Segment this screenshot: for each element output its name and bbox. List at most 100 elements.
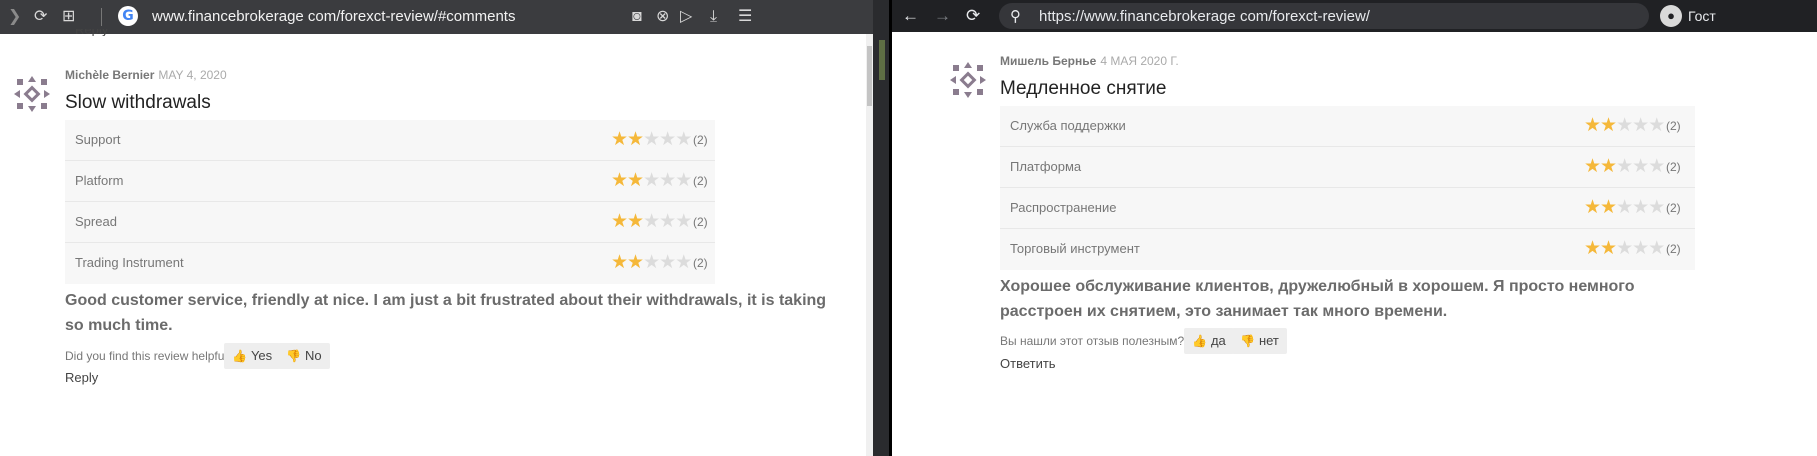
star-empty-icon: ★: [659, 211, 676, 232]
helpful-question: Did you find this review helpful?: [65, 349, 234, 363]
search-icon: ⚲: [1010, 8, 1021, 25]
reload-icon[interactable]: ⟳: [966, 6, 980, 26]
rating-table: Support ★★★★★ (2) Platform ★★★★★ (2) Spr…: [65, 120, 715, 284]
rating-row-platform: Platform ★★★★★ (2): [65, 161, 715, 202]
review-date: MAY 4, 2020: [158, 68, 227, 82]
reply-link[interactable]: Reply: [65, 370, 98, 385]
star-filled-icon: ★: [627, 170, 644, 191]
rating-label: Распространение: [1010, 200, 1117, 215]
left-browser-window: ❯ ⟳ ⊞ G www.financebrokerage com/forexct…: [0, 0, 886, 456]
shield-icon[interactable]: ⊗: [656, 8, 669, 26]
star-empty-icon: ★: [675, 252, 692, 273]
star-empty-icon: ★: [659, 252, 676, 273]
address-bar[interactable]: ⚲ https://www.financebrokerage com/forex…: [999, 3, 1649, 29]
review-title: Медленное снятие: [1000, 78, 1167, 99]
star-filled-icon: ★: [1600, 156, 1617, 177]
star-empty-icon: ★: [1648, 238, 1665, 259]
star-empty-icon: ★: [659, 129, 676, 150]
address-bar-url[interactable]: www.financebrokerage com/forexct-review/…: [152, 8, 515, 25]
rating-count: (2): [693, 133, 708, 147]
star-empty-icon: ★: [1616, 115, 1633, 136]
star-filled-icon: ★: [611, 129, 628, 150]
rating-row-spread: Распространение ★★★★★ (2): [1000, 188, 1695, 229]
star-empty-icon: ★: [1616, 156, 1633, 177]
star-empty-icon: ★: [643, 129, 660, 150]
rating-row-support: Служба поддержки ★★★★★ (2): [1000, 106, 1695, 147]
window-divider: [873, 0, 892, 456]
star-empty-icon: ★: [1632, 115, 1649, 136]
review-author: Мишель Бернье: [1000, 54, 1097, 68]
yes-label: да: [1210, 333, 1226, 348]
profile-icon[interactable]: ●: [1660, 5, 1682, 27]
rating-label: Support: [75, 132, 121, 147]
helpful-no-button[interactable]: 👎 нет: [1232, 328, 1287, 354]
rating-stars: ★★★★★: [611, 170, 692, 191]
scrollbar-thumb[interactable]: [867, 46, 872, 106]
scrollbar[interactable]: [866, 34, 873, 456]
rating-count: (2): [1666, 201, 1681, 215]
forward-icon[interactable]: →: [934, 6, 951, 26]
camera-icon[interactable]: ◙: [632, 8, 642, 26]
star-empty-icon: ★: [1632, 197, 1649, 218]
rating-count: (2): [1666, 242, 1681, 256]
rating-count: (2): [693, 256, 708, 270]
star-empty-icon: ★: [643, 252, 660, 273]
no-label: нет: [1258, 333, 1279, 348]
rating-row-spread: Spread ★★★★★ (2): [65, 202, 715, 243]
star-filled-icon: ★: [627, 129, 644, 150]
star-empty-icon: ★: [1632, 156, 1649, 177]
rating-row-platform: Платформа ★★★★★ (2): [1000, 147, 1695, 188]
thumbs-down-icon: 👎: [286, 349, 301, 363]
star-filled-icon: ★: [1584, 156, 1601, 177]
right-toolbar: ← → ⟳ ⚲ https://www.financebrokerage com…: [892, 0, 1817, 32]
helpful-question: Вы нашли этот отзыв полезным?: [1000, 334, 1185, 348]
star-filled-icon: ★: [611, 211, 628, 232]
menu-icon[interactable]: ☰: [738, 8, 752, 26]
star-empty-icon: ★: [675, 170, 692, 191]
rating-stars: ★★★★★: [611, 211, 692, 232]
star-empty-icon: ★: [643, 211, 660, 232]
review-title: Slow withdrawals: [65, 92, 211, 113]
rating-stars: ★★★★★: [1584, 156, 1665, 177]
rating-row-trading-instrument: Trading Instrument ★★★★★ (2): [65, 243, 715, 284]
rating-count: (2): [1666, 119, 1681, 133]
rating-stars: ★★★★★: [611, 129, 692, 150]
tab-grid-icon[interactable]: ⊞: [62, 8, 75, 26]
profile-name[interactable]: Гост: [1688, 8, 1716, 24]
thumbs-up-icon: 👍: [1192, 334, 1207, 348]
rating-count: (2): [693, 215, 708, 229]
rating-stars: ★★★★★: [1584, 115, 1665, 136]
rating-label: Spread: [75, 214, 117, 229]
helpful-yes-button[interactable]: 👍 Yes: [224, 343, 281, 369]
rating-count: (2): [1666, 160, 1681, 174]
rating-row-trading-instrument: Торговый инструмент ★★★★★ (2): [1000, 229, 1695, 270]
download-icon[interactable]: ⤓: [710, 8, 717, 26]
star-empty-icon: ★: [1632, 238, 1649, 259]
star-filled-icon: ★: [1584, 238, 1601, 259]
star-empty-icon: ★: [643, 170, 660, 191]
reply-link[interactable]: Ответить: [1000, 356, 1056, 371]
rating-label: Platform: [75, 173, 124, 188]
right-browser-window: ← → ⟳ ⚲ https://www.financebrokerage com…: [892, 0, 1817, 456]
rating-label: Служба поддержки: [1010, 118, 1126, 133]
thumbs-down-icon: 👎: [1240, 334, 1255, 348]
address-bar-url[interactable]: https://www.financebrokerage com/forexct…: [1039, 8, 1370, 25]
rating-stars: ★★★★★: [1584, 197, 1665, 218]
review-card: Мишель Бернье 4 МАЯ 2020 Г. Медленное сня…: [892, 32, 1817, 456]
review-body: Хорошее обслуживание клиентов, дружелюбн…: [1000, 278, 1635, 320]
thumbs-up-icon: 👍: [232, 349, 247, 363]
star-empty-icon: ★: [675, 211, 692, 232]
send-icon[interactable]: ▷: [680, 8, 692, 26]
star-empty-icon: ★: [1648, 156, 1665, 177]
reload-icon[interactable]: ⟳: [34, 8, 47, 26]
star-empty-icon: ★: [659, 170, 676, 191]
back-icon[interactable]: ←: [902, 6, 919, 26]
star-empty-icon: ★: [1616, 238, 1633, 259]
star-filled-icon: ★: [611, 252, 628, 273]
yes-label: Yes: [250, 348, 273, 363]
forward-icon[interactable]: ❯: [8, 8, 21, 26]
helpful-no-button[interactable]: 👎 No: [278, 343, 330, 369]
rating-label: Платформа: [1010, 159, 1082, 174]
rating-table: Служба поддержки ★★★★★ (2) Платформа ★★★…: [1000, 106, 1695, 270]
helpful-yes-button[interactable]: 👍 да: [1184, 328, 1234, 354]
